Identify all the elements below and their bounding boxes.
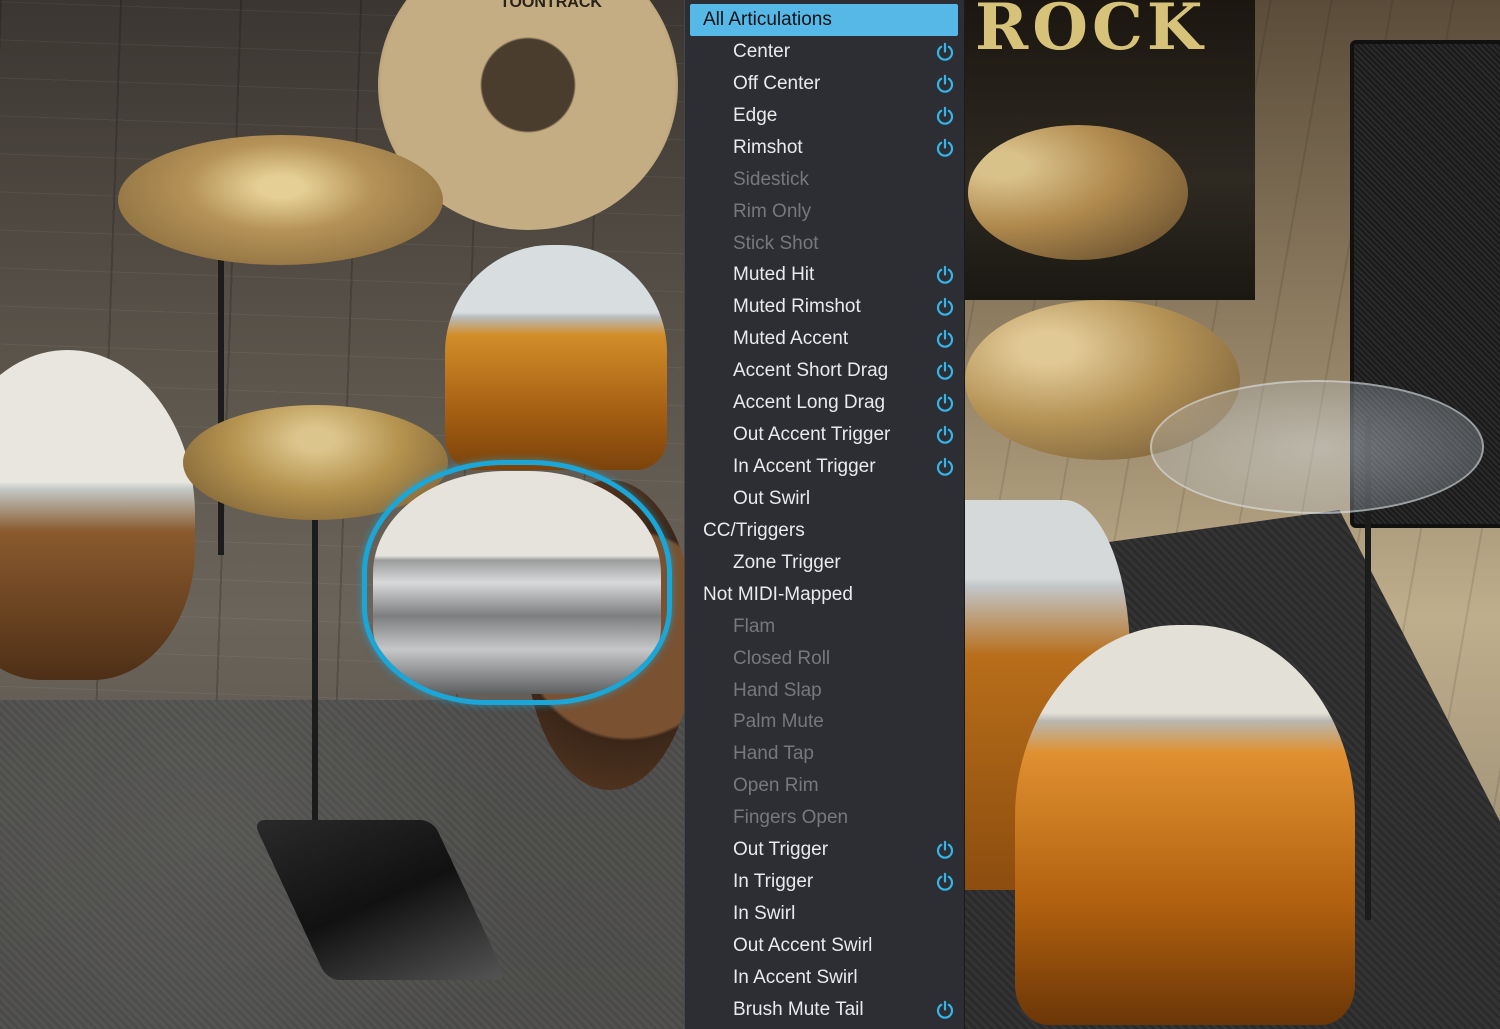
power-icon[interactable] xyxy=(935,42,955,62)
power-icon[interactable] xyxy=(935,138,955,158)
menu-item-label: In Trigger xyxy=(733,871,814,893)
menu-item-in-accent-trigger[interactable]: In Accent Trigger xyxy=(685,451,966,483)
menu-item-label: Out Trigger xyxy=(733,839,829,861)
menu-item-out-accent-swirl[interactable]: Out Accent Swirl xyxy=(685,930,966,962)
menu-item-label: Open Rim xyxy=(733,775,819,797)
menu-item-label: Center xyxy=(733,40,791,62)
rack-tom[interactable] xyxy=(445,245,667,470)
hihat-stand xyxy=(312,500,318,830)
menu-item-label: Zone Trigger xyxy=(733,551,841,573)
menu-item-flam: Flam xyxy=(685,611,966,643)
power-icon[interactable] xyxy=(935,361,955,381)
power-icon[interactable] xyxy=(935,393,955,413)
menu-item-cc-triggers[interactable]: CC/Triggers xyxy=(685,515,966,547)
menu-item-label: Fingers Open xyxy=(733,807,849,829)
menu-item-label: Muted Accent xyxy=(733,328,849,350)
floor-tom[interactable] xyxy=(1015,625,1355,1025)
menu-item-label: Sidestick xyxy=(733,168,810,190)
power-icon[interactable] xyxy=(935,872,955,892)
menu-item-label: Hand Slap xyxy=(733,679,822,701)
power-icon[interactable] xyxy=(935,297,955,317)
menu-item-in-trigger[interactable]: In Trigger xyxy=(685,866,966,898)
power-icon[interactable] xyxy=(935,840,955,860)
power-icon[interactable] xyxy=(935,74,955,94)
menu-item-label: Closed Roll xyxy=(733,647,831,669)
menu-item-label: Palm Mute xyxy=(733,711,824,733)
menu-item-muted-accent[interactable]: Muted Accent xyxy=(685,323,966,355)
menu-item-label: Rimshot xyxy=(733,136,803,158)
menu-item-label: Brush Mute Tail xyxy=(733,998,864,1020)
menu-item-hand-slap: Hand Slap xyxy=(685,675,966,707)
menu-item-all-articulations[interactable]: All Articulations xyxy=(690,4,958,36)
menu-item-muted-rimshot[interactable]: Muted Rimshot xyxy=(685,291,966,323)
power-icon[interactable] xyxy=(935,329,955,349)
menu-item-label: CC/Triggers xyxy=(703,519,805,541)
menu-item-fingers-open: Fingers Open xyxy=(685,802,966,834)
banner-text: ROCK xyxy=(975,0,1207,65)
menu-item-center[interactable]: Center xyxy=(685,36,966,68)
menu-item-accent-long-drag[interactable]: Accent Long Drag xyxy=(685,387,966,419)
menu-item-label: In Accent Trigger xyxy=(733,456,876,478)
menu-item-sidestick: Sidestick xyxy=(685,164,966,196)
menu-item-label: Accent Short Drag xyxy=(733,360,889,382)
power-icon[interactable] xyxy=(935,106,955,126)
menu-item-label: Off Center xyxy=(733,72,821,94)
menu-item-label: Accent Long Drag xyxy=(733,392,886,414)
menu-item-label: Stick Shot xyxy=(733,232,819,254)
ghost-cymbal[interactable] xyxy=(1150,380,1484,514)
menu-item-closed-roll: Closed Roll xyxy=(685,643,966,675)
menu-item-label: Muted Rimshot xyxy=(733,296,861,318)
power-icon[interactable] xyxy=(935,457,955,477)
menu-item-label: Out Accent Swirl xyxy=(733,934,873,956)
menu-item-brush-mute-tail[interactable]: Brush Mute Tail xyxy=(685,994,966,1026)
menu-item-label: Edge xyxy=(733,104,778,126)
cymbal-stand xyxy=(218,255,224,555)
menu-item-open-rim: Open Rim xyxy=(685,770,966,802)
crash-cymbal-right[interactable] xyxy=(968,125,1188,260)
power-icon[interactable] xyxy=(935,1000,955,1020)
menu-item-stick-shot: Stick Shot xyxy=(685,228,966,260)
menu-item-label: Out Swirl xyxy=(733,487,811,509)
menu-item-label: In Swirl xyxy=(733,903,796,925)
menu-item-zone-trigger[interactable]: Zone Trigger xyxy=(685,547,966,579)
menu-item-label: Hand Tap xyxy=(733,743,814,765)
articulation-menu: All Articulations Center Off Center Edge Rim… xyxy=(684,0,965,1029)
menu-item-label: Flam xyxy=(733,615,776,637)
menu-item-hand-tap: Hand Tap xyxy=(685,738,966,770)
menu-item-out-trigger[interactable]: Out Trigger xyxy=(685,834,966,866)
menu-item-label: Out Accent Trigger xyxy=(733,424,891,446)
crash-cymbal[interactable] xyxy=(118,135,443,265)
menu-item-edge[interactable]: Edge xyxy=(685,100,966,132)
menu-item-accent-short-drag[interactable]: Accent Short Drag xyxy=(685,355,966,387)
menu-item-rimshot[interactable]: Rimshot xyxy=(685,132,966,164)
menu-item-rim-only: Rim Only xyxy=(685,196,966,228)
menu-item-out-accent-trigger[interactable]: Out Accent Trigger xyxy=(685,419,966,451)
menu-item-label: Not MIDI-Mapped xyxy=(703,583,853,605)
menu-item-label: In Accent Swirl xyxy=(733,966,858,988)
power-icon[interactable] xyxy=(935,265,955,285)
menu-item-muted-hit[interactable]: Muted Hit xyxy=(685,259,966,291)
menu-item-palm-mute: Palm Mute xyxy=(685,706,966,738)
menu-item-in-swirl[interactable]: In Swirl xyxy=(685,898,966,930)
menu-item-label: Rim Only xyxy=(733,200,812,222)
menu-item-label: Muted Hit xyxy=(733,264,815,286)
menu-item-out-swirl[interactable]: Out Swirl xyxy=(685,483,966,515)
menu-item-label: All Articulations xyxy=(703,9,832,30)
snare-drum-selected[interactable] xyxy=(362,460,672,705)
menu-item-off-center[interactable]: Off Center xyxy=(685,68,966,100)
power-icon[interactable] xyxy=(935,425,955,445)
menu-item-in-accent-swirl[interactable]: In Accent Swirl xyxy=(685,962,966,994)
brand-text: TOONTRACK xyxy=(500,0,602,11)
snare-drum xyxy=(373,471,661,694)
menu-item-not-midi-mapped[interactable]: Not MIDI-Mapped xyxy=(685,579,966,611)
